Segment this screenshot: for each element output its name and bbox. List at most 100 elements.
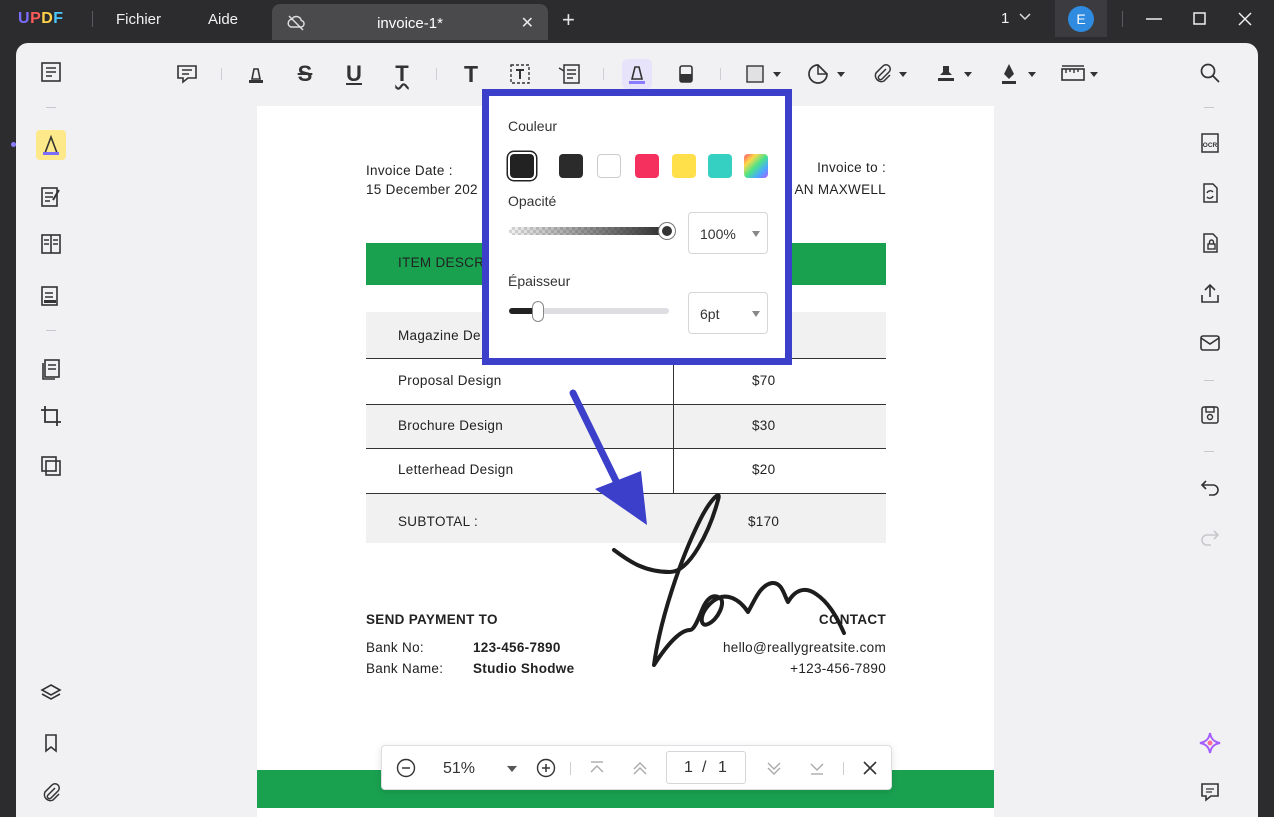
pointer-arrow-icon: [569, 389, 647, 525]
strikethrough-icon[interactable]: S: [290, 59, 320, 89]
divider: [1204, 107, 1214, 108]
item-description-header: ITEM DESCR: [398, 255, 485, 270]
maximize-icon[interactable]: [1191, 10, 1209, 33]
thickness-dropdown[interactable]: 6pt: [688, 292, 768, 334]
ai-assistant-icon[interactable]: [1195, 728, 1225, 758]
menu-file[interactable]: Fichier: [116, 11, 161, 28]
color-swatch[interactable]: [597, 154, 621, 178]
payment-title: SEND PAYMENT TO: [366, 612, 498, 627]
comment-tool-icon[interactable]: [36, 130, 66, 160]
menu-help[interactable]: Aide: [208, 11, 238, 28]
highlighter-icon[interactable]: [241, 59, 271, 89]
crop-icon[interactable]: [36, 401, 66, 431]
opacity-value: 100%: [700, 226, 736, 242]
account-area[interactable]: E: [1055, 0, 1107, 37]
chevron-down-icon[interactable]: [899, 72, 907, 77]
minimize-icon[interactable]: [1145, 10, 1163, 33]
opacity-slider-handle[interactable]: [659, 223, 675, 239]
row-price: $30: [752, 418, 776, 433]
color-label: Couleur: [508, 118, 558, 134]
last-page-icon[interactable]: [806, 757, 828, 779]
zoom-dropdown-caret[interactable]: [507, 766, 517, 772]
chevron-down-icon[interactable]: [964, 72, 972, 77]
zoom-in-icon[interactable]: [535, 757, 557, 779]
chevron-down-icon[interactable]: [752, 231, 760, 237]
color-swatch[interactable]: [559, 154, 583, 178]
protect-icon[interactable]: [1195, 228, 1225, 258]
form-icon[interactable]: [36, 281, 66, 311]
page-organize-icon[interactable]: [36, 229, 66, 259]
ocr-icon[interactable]: OCR: [1195, 128, 1225, 158]
opacity-label: Opacité: [508, 193, 557, 209]
chat-comment-icon[interactable]: [1195, 777, 1225, 807]
close-zoom-bar-icon[interactable]: [859, 757, 881, 779]
divider: [603, 68, 604, 80]
underline-icon[interactable]: U: [339, 59, 369, 89]
bookmark-icon[interactable]: [36, 728, 66, 758]
first-page-icon[interactable]: [586, 757, 608, 779]
shape-icon[interactable]: [740, 59, 770, 89]
search-icon[interactable]: [1195, 58, 1225, 88]
chevron-down-icon[interactable]: [773, 72, 781, 77]
share-icon[interactable]: [1195, 279, 1225, 309]
divider: [720, 68, 721, 80]
squiggly-icon[interactable]: T: [387, 59, 417, 89]
thickness-slider-handle[interactable]: [531, 301, 544, 322]
edit-pdf-icon[interactable]: [36, 182, 66, 212]
color-swatch[interactable]: [672, 154, 696, 178]
chevron-down-icon[interactable]: [1090, 72, 1098, 77]
zoom-out-icon[interactable]: [395, 757, 417, 779]
divider: [92, 11, 93, 27]
color-swatch[interactable]: [708, 154, 732, 178]
email-icon[interactable]: [1195, 328, 1225, 358]
chevron-down-icon[interactable]: [1018, 10, 1032, 29]
signature-pen-icon[interactable]: [994, 59, 1024, 89]
pencil-icon[interactable]: [622, 59, 652, 89]
new-tab-icon[interactable]: +: [562, 7, 575, 33]
column-divider: [673, 358, 674, 494]
next-page-icon[interactable]: [763, 757, 785, 779]
attach-file-icon[interactable]: [867, 59, 897, 89]
color-swatch[interactable]: [635, 154, 659, 178]
bank-no-label: Bank No:: [366, 640, 424, 655]
reader-icon[interactable]: [36, 57, 66, 87]
window-count[interactable]: 1: [1001, 10, 1009, 27]
zoom-level[interactable]: 51%: [443, 760, 475, 778]
divider: [1204, 451, 1214, 452]
avatar[interactable]: E: [1068, 6, 1094, 32]
subtotal-label: SUBTOTAL :: [398, 514, 479, 529]
stamp-icon[interactable]: [931, 59, 961, 89]
page-separator: /: [702, 759, 707, 776]
divider: [843, 762, 844, 775]
color-swatch[interactable]: [744, 154, 768, 178]
attachment-icon[interactable]: [36, 778, 66, 808]
text-callout-icon[interactable]: [554, 59, 584, 89]
sidebar-indicator-dot: [11, 142, 16, 147]
redo-icon[interactable]: [1195, 521, 1225, 551]
color-swatch[interactable]: [510, 154, 534, 178]
eraser-icon[interactable]: [671, 59, 701, 89]
save-icon[interactable]: [1195, 400, 1225, 430]
convert-icon[interactable]: [1195, 178, 1225, 208]
close-window-icon[interactable]: [1236, 10, 1254, 33]
comment-note-icon[interactable]: [172, 59, 202, 89]
undo-icon[interactable]: [1195, 471, 1225, 501]
chevron-down-icon[interactable]: [1028, 72, 1036, 77]
previous-page-icon[interactable]: [629, 757, 651, 779]
opacity-slider[interactable]: [509, 227, 669, 235]
text-box-icon[interactable]: [505, 59, 535, 89]
left-sidebar: [16, 43, 86, 817]
divider: [436, 68, 437, 80]
chevron-down-icon[interactable]: [837, 72, 845, 77]
batch-icon[interactable]: [36, 451, 66, 481]
measure-icon[interactable]: [1058, 59, 1088, 89]
opacity-dropdown[interactable]: 100%: [688, 212, 768, 254]
sticker-icon[interactable]: [803, 59, 833, 89]
invoice-to-value: AN MAXWELL: [794, 182, 886, 197]
chevron-down-icon[interactable]: [752, 311, 760, 317]
layers-icon[interactable]: [36, 678, 66, 708]
text-comment-icon[interactable]: T: [456, 59, 486, 89]
document-tab[interactable]: invoice-1* ✕: [272, 4, 548, 40]
close-tab-icon[interactable]: ✕: [521, 13, 534, 33]
pages-icon[interactable]: [36, 354, 66, 384]
